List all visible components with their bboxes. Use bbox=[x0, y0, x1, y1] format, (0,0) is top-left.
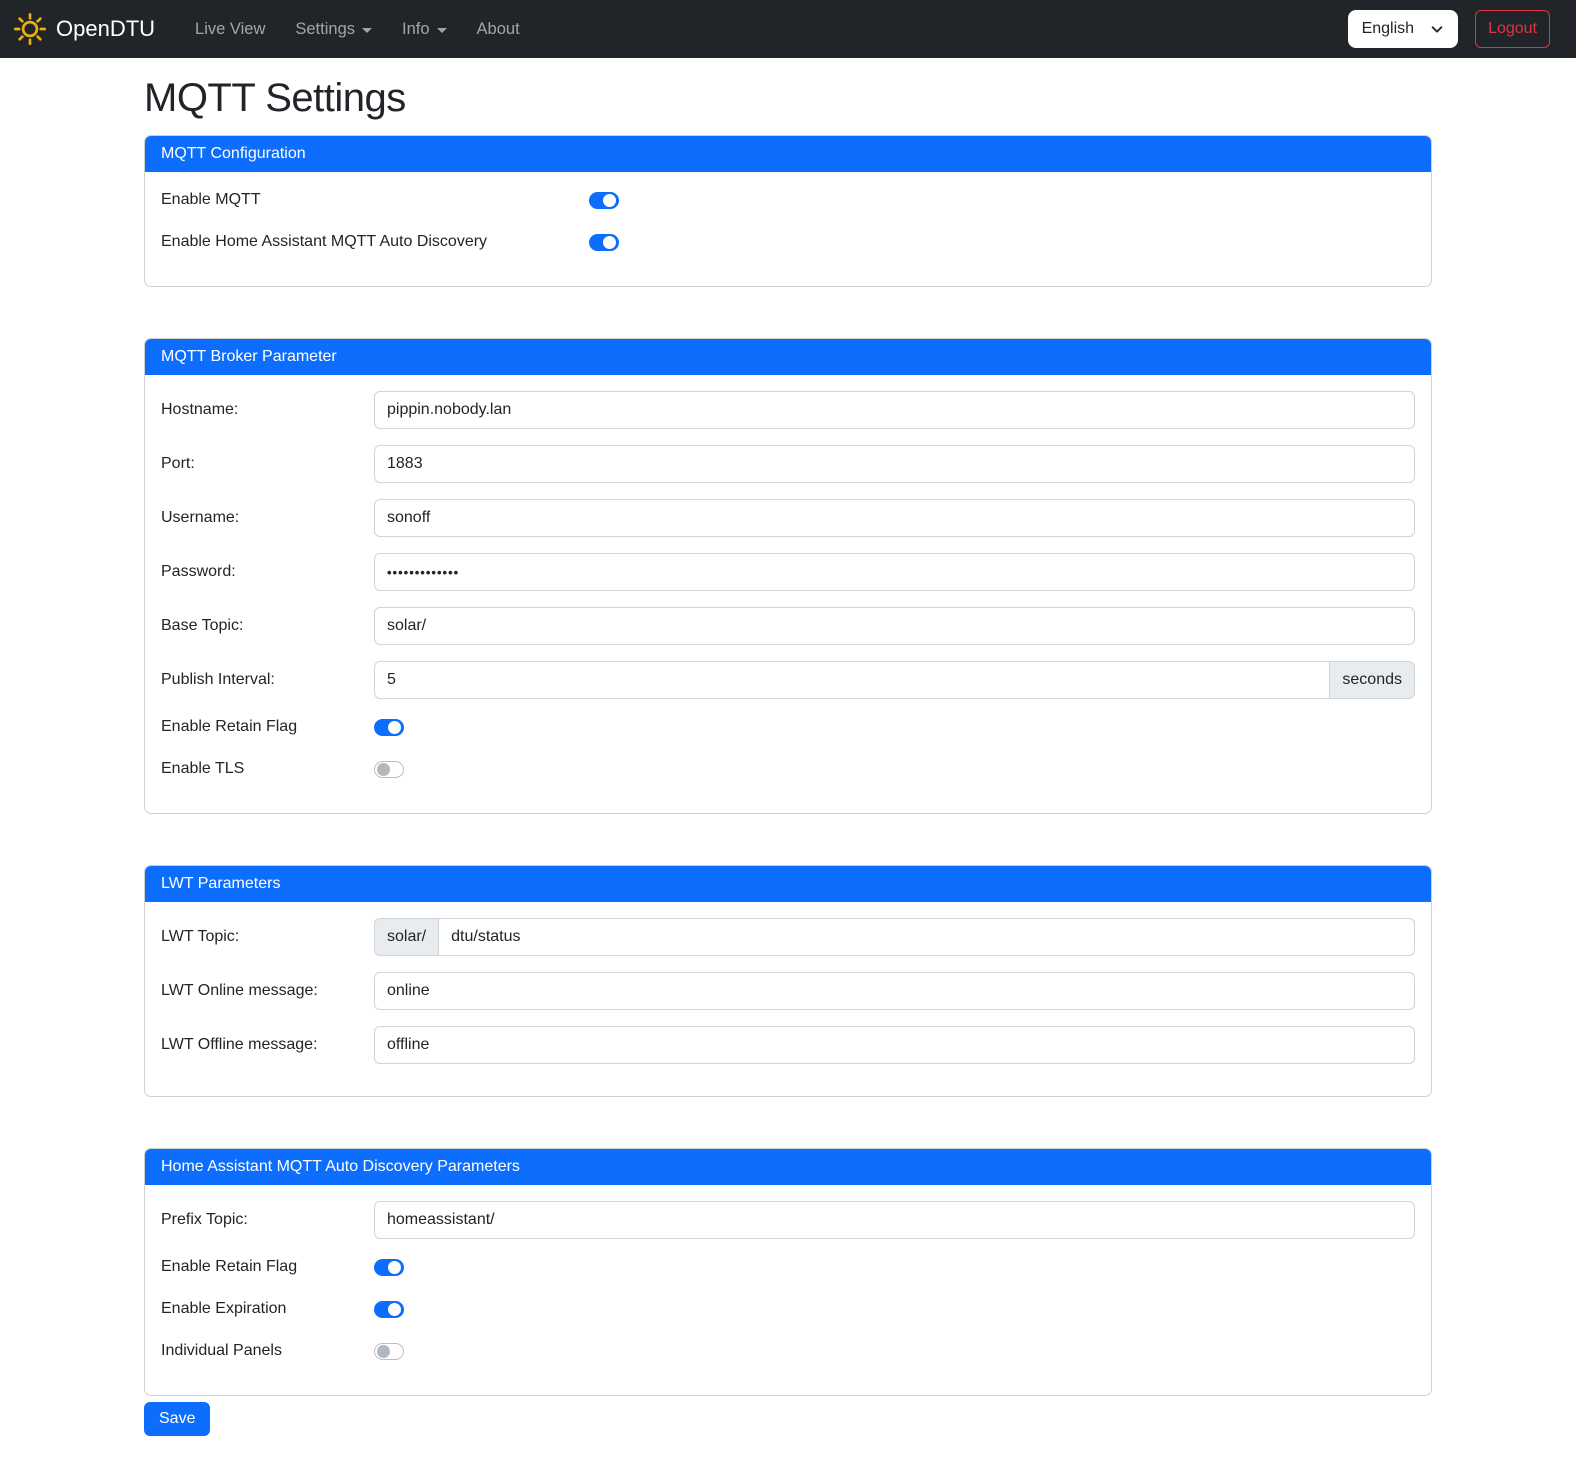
lwt-topic-input[interactable] bbox=[439, 918, 1415, 956]
password-label: Password: bbox=[161, 563, 374, 581]
top-navbar: OpenDTU Live View Settings Info About En… bbox=[0, 0, 1576, 58]
sun-logo-icon bbox=[12, 11, 48, 47]
lwt-offline-label: LWT Offline message: bbox=[161, 1036, 374, 1054]
enable-retain-label: Enable Retain Flag bbox=[161, 718, 374, 736]
enable-retain-toggle[interactable] bbox=[374, 719, 404, 736]
enable-expiration-toggle[interactable] bbox=[374, 1301, 404, 1318]
chevron-down-icon bbox=[1430, 22, 1444, 36]
prefix-topic-label: Prefix Topic: bbox=[161, 1211, 374, 1229]
ha-enable-retain-toggle[interactable] bbox=[374, 1259, 404, 1276]
nav-item-settings[interactable]: Settings bbox=[281, 12, 386, 47]
lwt-online-label: LWT Online message: bbox=[161, 982, 374, 1000]
page-title: MQTT Settings bbox=[144, 76, 1432, 121]
username-row: Username: bbox=[161, 499, 1415, 537]
enable-tls-toggle[interactable] bbox=[374, 761, 404, 778]
ha-enable-retain-row: Enable Retain Flag bbox=[161, 1255, 1415, 1279]
individual-panels-toggle[interactable] bbox=[374, 1343, 404, 1360]
base-topic-row: Base Topic: bbox=[161, 607, 1415, 645]
hostname-row: Hostname: bbox=[161, 391, 1415, 429]
navbar-right: English Logout bbox=[1348, 10, 1550, 48]
toggle-knob bbox=[388, 1261, 401, 1274]
lwt-card: LWT Parameters LWT Topic: solar/ LWT Onl… bbox=[144, 865, 1432, 1097]
nav-item-live-view[interactable]: Live View bbox=[181, 12, 279, 47]
nav-links: Live View Settings Info About bbox=[181, 12, 534, 47]
enable-expiration-row: Enable Expiration bbox=[161, 1297, 1415, 1321]
lwt-offline-row: LWT Offline message: bbox=[161, 1026, 1415, 1064]
enable-expiration-label: Enable Expiration bbox=[161, 1300, 374, 1318]
enable-ha-discovery-label: Enable Home Assistant MQTT Auto Discover… bbox=[161, 233, 589, 251]
mqtt-configuration-body: Enable MQTT Enable Home Assistant MQTT A… bbox=[145, 172, 1431, 286]
prefix-topic-input[interactable] bbox=[374, 1201, 1415, 1239]
toggle-knob bbox=[377, 1345, 390, 1358]
hostname-label: Hostname: bbox=[161, 401, 374, 419]
toggle-knob bbox=[388, 721, 401, 734]
port-input[interactable] bbox=[374, 445, 1415, 483]
lwt-topic-prefix: solar/ bbox=[374, 918, 439, 956]
language-select[interactable]: English bbox=[1348, 10, 1458, 48]
ha-discovery-body: Prefix Topic: Enable Retain Flag Enable … bbox=[145, 1185, 1431, 1395]
lwt-body: LWT Topic: solar/ LWT Online message: LW… bbox=[145, 902, 1431, 1096]
chevron-down-icon bbox=[362, 28, 372, 33]
mqtt-broker-header: MQTT Broker Parameter bbox=[145, 339, 1431, 375]
enable-tls-label: Enable TLS bbox=[161, 760, 374, 778]
save-button[interactable]: Save bbox=[144, 1402, 210, 1436]
main-content: MQTT Settings MQTT Configuration Enable … bbox=[144, 58, 1432, 1461]
mqtt-broker-card: MQTT Broker Parameter Hostname: Port: Us… bbox=[144, 338, 1432, 814]
port-row: Port: bbox=[161, 445, 1415, 483]
lwt-offline-input[interactable] bbox=[374, 1026, 1415, 1064]
enable-mqtt-label: Enable MQTT bbox=[161, 191, 589, 209]
username-input[interactable] bbox=[374, 499, 1415, 537]
enable-ha-discovery-toggle[interactable] bbox=[589, 234, 619, 251]
enable-tls-row: Enable TLS bbox=[161, 757, 1415, 781]
hostname-input[interactable] bbox=[374, 391, 1415, 429]
enable-mqtt-row: Enable MQTT bbox=[161, 188, 1415, 212]
base-topic-input[interactable] bbox=[374, 607, 1415, 645]
enable-retain-row: Enable Retain Flag bbox=[161, 715, 1415, 739]
save-area: Save bbox=[144, 1402, 1432, 1461]
nav-item-settings-label: Settings bbox=[295, 20, 355, 39]
nav-item-about[interactable]: About bbox=[463, 12, 534, 47]
toggle-knob bbox=[377, 763, 390, 776]
ha-discovery-header: Home Assistant MQTT Auto Discovery Param… bbox=[145, 1149, 1431, 1185]
publish-interval-unit: seconds bbox=[1330, 661, 1415, 699]
toggle-knob bbox=[603, 236, 616, 249]
publish-interval-input[interactable] bbox=[374, 661, 1330, 699]
enable-ha-discovery-row: Enable Home Assistant MQTT Auto Discover… bbox=[161, 230, 1415, 254]
mqtt-configuration-header: MQTT Configuration bbox=[145, 136, 1431, 172]
mqtt-broker-body: Hostname: Port: Username: Password: Base… bbox=[145, 375, 1431, 813]
username-label: Username: bbox=[161, 509, 374, 527]
individual-panels-label: Individual Panels bbox=[161, 1342, 374, 1360]
nav-item-info[interactable]: Info bbox=[388, 12, 461, 47]
brand-title: OpenDTU bbox=[56, 16, 155, 42]
lwt-topic-row: LWT Topic: solar/ bbox=[161, 918, 1415, 956]
port-label: Port: bbox=[161, 455, 374, 473]
chevron-down-icon bbox=[437, 28, 447, 33]
publish-interval-label: Publish Interval: bbox=[161, 671, 374, 689]
toggle-knob bbox=[603, 194, 616, 207]
enable-mqtt-toggle[interactable] bbox=[589, 192, 619, 209]
toggle-knob bbox=[388, 1303, 401, 1316]
ha-discovery-card: Home Assistant MQTT Auto Discovery Param… bbox=[144, 1148, 1432, 1396]
nav-item-info-label: Info bbox=[402, 20, 430, 39]
mqtt-configuration-card: MQTT Configuration Enable MQTT Enable Ho… bbox=[144, 135, 1432, 287]
lwt-header: LWT Parameters bbox=[145, 866, 1431, 902]
language-selected-value: English bbox=[1362, 20, 1414, 38]
lwt-online-input[interactable] bbox=[374, 972, 1415, 1010]
base-topic-label: Base Topic: bbox=[161, 617, 374, 635]
password-input[interactable] bbox=[374, 553, 1415, 591]
individual-panels-row: Individual Panels bbox=[161, 1339, 1415, 1363]
publish-interval-row: Publish Interval: seconds bbox=[161, 661, 1415, 699]
logout-button[interactable]: Logout bbox=[1475, 10, 1550, 48]
lwt-topic-label: LWT Topic: bbox=[161, 928, 374, 946]
password-row: Password: bbox=[161, 553, 1415, 591]
ha-enable-retain-label: Enable Retain Flag bbox=[161, 1258, 374, 1276]
lwt-online-row: LWT Online message: bbox=[161, 972, 1415, 1010]
brand[interactable]: OpenDTU bbox=[12, 11, 155, 47]
prefix-topic-row: Prefix Topic: bbox=[161, 1201, 1415, 1239]
